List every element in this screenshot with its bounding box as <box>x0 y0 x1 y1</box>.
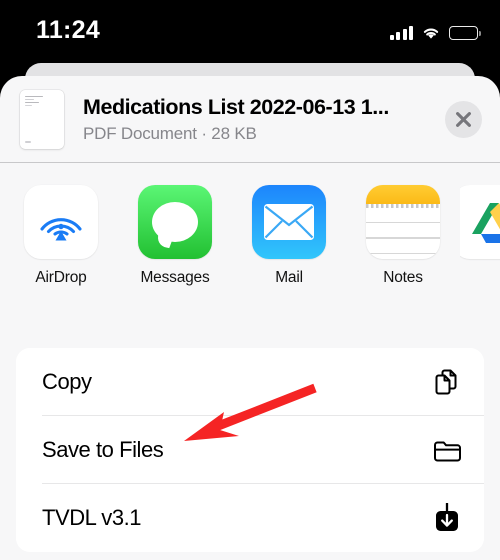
close-x-icon <box>456 111 471 127</box>
share-target-mail[interactable]: Mail <box>232 185 346 287</box>
download-icon <box>432 503 462 533</box>
share-target-label: AirDrop <box>35 269 87 286</box>
document-header: Medications List 2022-06-13 1... PDF Doc… <box>0 76 500 162</box>
share-target-label: Mail <box>275 269 303 286</box>
status-bar-time: 11:24 <box>36 16 101 44</box>
mail-icon <box>252 185 326 259</box>
share-target-messages[interactable]: Messages <box>118 185 232 287</box>
action-label: TVDL v3.1 <box>42 505 142 530</box>
document-subtitle: PDF Document · 28 KB <box>83 123 257 143</box>
airdrop-icon <box>24 185 98 259</box>
action-row-save-to-files[interactable]: Save to Files <box>16 416 484 484</box>
action-list: Copy Save to Files TVDL v3.1 <box>16 348 484 552</box>
status-bar: 11:24 <box>0 0 500 62</box>
share-sheet: Medications List 2022-06-13 1... PDF Doc… <box>0 76 500 560</box>
battery-icon <box>449 26 481 40</box>
pdf-page-thumbnail <box>20 89 64 149</box>
share-target-airdrop[interactable]: AirDrop <box>4 185 118 287</box>
share-target-label: Notes <box>383 269 423 286</box>
close-button[interactable] <box>445 100 482 138</box>
share-targets-row[interactable]: AirDrop Messages Mail Notes <box>0 163 500 307</box>
cellular-signal-icon <box>389 25 413 40</box>
notes-icon <box>366 185 440 259</box>
wifi-icon <box>423 28 439 39</box>
google-drive-icon <box>460 185 500 259</box>
action-label: Copy <box>42 369 92 394</box>
share-target-notes[interactable]: Notes <box>346 185 460 287</box>
copy-documents-icon <box>432 367 462 397</box>
action-row-tvdl[interactable]: TVDL v3.1 <box>16 484 484 552</box>
folder-icon <box>432 435 462 465</box>
action-row-copy[interactable]: Copy <box>16 348 484 416</box>
status-bar-indicators <box>389 20 481 40</box>
messages-icon <box>138 185 212 259</box>
document-info: Medications List 2022-06-13 1... PDF Doc… <box>83 95 445 144</box>
share-target-google-drive[interactable] <box>460 185 500 269</box>
document-title: Medications List 2022-06-13 1... <box>83 94 389 119</box>
action-label: Save to Files <box>42 437 164 462</box>
share-target-label: Messages <box>140 269 210 286</box>
iphone-screen: 11:24 Medications List 2022-06-13 1... P… <box>0 0 500 560</box>
